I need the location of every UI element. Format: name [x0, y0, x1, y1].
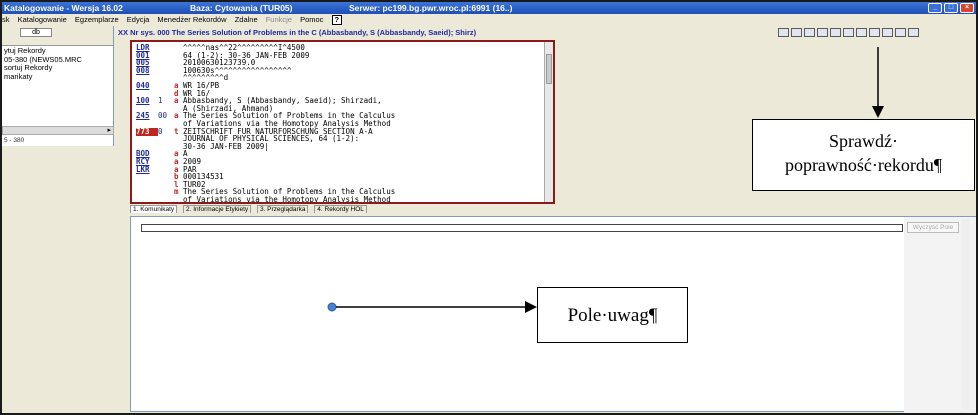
field-value: 30-36 JAN-FEB 2009| [183, 141, 269, 151]
menu-functions[interactable]: Funkcje [266, 15, 292, 24]
notes-field[interactable] [141, 224, 903, 232]
check-icon[interactable] [830, 28, 841, 37]
export-icon[interactable] [908, 28, 919, 37]
callout-line: Sprawdź· [829, 131, 898, 151]
menu-cataloging[interactable]: Katalogowanie [18, 15, 67, 24]
tab-label-info[interactable]: 2. Informacje Etykiety [183, 205, 252, 213]
attach-icon[interactable] [856, 28, 867, 37]
menu-remote[interactable]: Zdalne [235, 15, 258, 24]
list-item[interactable]: sortuj Rekordy [4, 64, 111, 73]
format-icon[interactable] [869, 28, 880, 37]
field-value: of Variations via the Homotopy Analysis … [183, 195, 391, 204]
clear-field-button[interactable]: Wyczyść Pole [907, 222, 959, 233]
left-panel-background [2, 146, 114, 413]
left-panel-scrollbar[interactable]: ▸ [2, 126, 114, 135]
menu-bar: sk Katalogowanie Egzemplarze Edycja Mene… [2, 14, 976, 26]
help-icon[interactable] [895, 28, 906, 37]
maximize-icon[interactable]: □ [944, 3, 958, 13]
view-icon[interactable] [843, 28, 854, 37]
left-panel-tab[interactable]: db [20, 28, 52, 37]
left-panel-toolbar: db [2, 26, 113, 46]
left-panel-list: ytuj Rekordy 05-380 (NEWS05.MRC sortuj R… [2, 46, 113, 82]
record-scrollbar[interactable] [544, 42, 553, 202]
tag-icon[interactable] [791, 28, 802, 37]
left-panel: db ytuj Rekordy 05-380 (NEWS05.MRC sortu… [2, 26, 114, 413]
record-line[interactable]: of Variations via the Homotopy Analysis … [136, 195, 391, 204]
menu-item[interactable]: sk [2, 15, 10, 24]
tab-messages[interactable]: 1. Komunikaty [130, 205, 178, 213]
minimize-icon[interactable]: _ [928, 3, 942, 13]
help-button[interactable]: ? [331, 15, 343, 25]
save-icon[interactable] [778, 28, 789, 37]
copy-icon[interactable] [817, 28, 828, 37]
database-label: Baza: Cytowania (TUR05) [190, 3, 293, 13]
window-controls: _ □ × [928, 3, 974, 13]
server-label: Serwer: pc199.bg.pwr.wroc.pl:6991 (16..) [349, 3, 513, 13]
close-icon[interactable]: × [960, 3, 974, 13]
notes-field-callout: Pole·uwag¶ [537, 287, 688, 343]
scroll-right-icon[interactable]: ▸ [107, 127, 111, 135]
check-record-callout: Sprawdź· poprawność·rekordu¶ [752, 119, 975, 191]
list-item[interactable]: 05-380 (NEWS05.MRC [4, 56, 111, 65]
menu-edit[interactable]: Edycja [127, 15, 150, 24]
title-bar: Katalogowanie - Wersja 16.02 Baza: Cytow… [2, 2, 976, 14]
menu-help[interactable]: Pomoc [300, 15, 323, 24]
tab-hol-records[interactable]: 4. Rekordy HOL [314, 205, 367, 213]
application-window: Katalogowanie - Wersja 16.02 Baza: Cytow… [0, 0, 978, 415]
tab-browser[interactable]: 3. Przeglądarka [256, 205, 309, 213]
menu-items[interactable]: Egzemplarze [75, 15, 119, 24]
record-icon[interactable] [804, 28, 815, 37]
notes-scrollbar[interactable] [962, 219, 970, 409]
print-icon[interactable] [882, 28, 893, 37]
menu-record-manager[interactable]: Menedżer Rekordów [157, 15, 226, 24]
record-toolbar [778, 28, 919, 37]
list-item[interactable]: marikaty [4, 73, 111, 82]
callout-line: poprawność·rekordu¶ [784, 155, 943, 175]
scroll-thumb[interactable] [546, 54, 552, 84]
bottom-tabs: 1. Komunikaty 2. Informacje Etykiety 3. … [130, 205, 976, 215]
left-panel-status: 5 - 380 [4, 137, 25, 144]
list-item[interactable]: ytuj Rekordy [4, 47, 111, 56]
record-editor[interactable]: LDR ^^^^^nas^^22^^^^^^^^^I^4500 001 64 (1-2… [130, 40, 555, 204]
window-title: Katalogowanie - Wersja 16.02 [4, 3, 123, 13]
